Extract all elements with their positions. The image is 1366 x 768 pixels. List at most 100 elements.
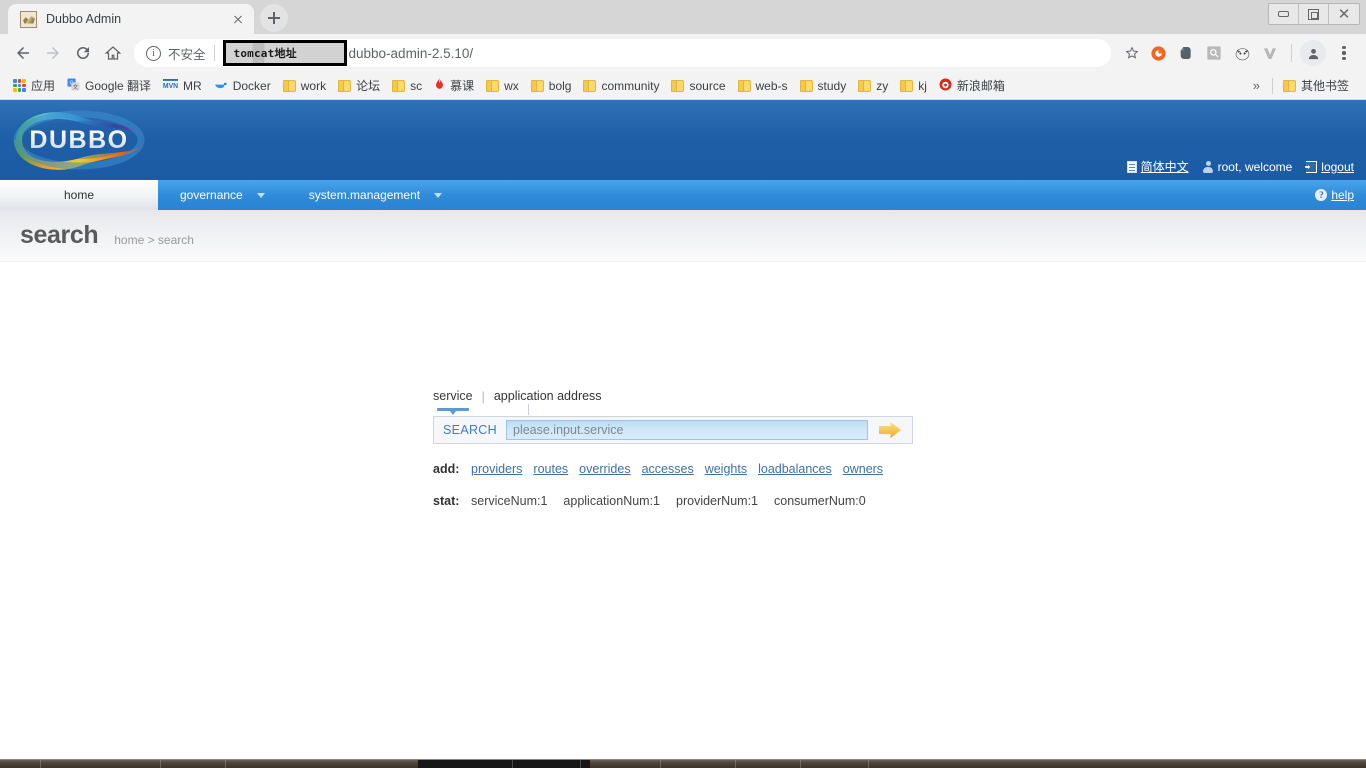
v-extension-icon[interactable] — [1257, 40, 1283, 66]
taskbar-block — [418, 760, 590, 768]
bookmarks-overflow-button[interactable]: » — [1245, 78, 1268, 93]
nav-tab-home[interactable]: home — [0, 180, 158, 210]
bookmark-item[interactable]: study — [794, 76, 853, 96]
help-item[interactable]: ? help — [1315, 180, 1354, 210]
search-type-tabs: service | application address — [433, 382, 913, 415]
bookmark-item[interactable]: G文 Google 翻译 — [61, 74, 157, 97]
home-icon — [104, 46, 122, 60]
browser-chrome: Dubbo Admin ✕ i 不安全 tomcat地址 dubbo-admin… — [0, 0, 1366, 100]
close-icon[interactable] — [230, 11, 246, 27]
browser-tab[interactable]: Dubbo Admin — [8, 4, 254, 34]
help-icon: ? — [1315, 189, 1328, 201]
page-title-band: search home > search — [0, 210, 1366, 262]
reload-button[interactable] — [68, 38, 98, 68]
search-tab-service[interactable]: service — [433, 389, 473, 415]
logout-icon — [1306, 160, 1318, 173]
search-box-extension-icon[interactable] — [1201, 40, 1227, 66]
bookmark-star-icon[interactable] — [1119, 40, 1145, 66]
add-link-weights[interactable]: weights — [705, 462, 747, 476]
window-controls: ✕ — [1268, 3, 1360, 25]
browser-menu-button[interactable] — [1330, 39, 1358, 67]
add-link-accesses[interactable]: accesses — [642, 462, 694, 476]
maximize-button[interactable] — [1299, 4, 1329, 24]
logout-item[interactable]: logout — [1306, 160, 1354, 174]
search-panel: service | application address SEARCH add… — [433, 382, 913, 508]
other-bookmarks-label: 其他书签 — [1300, 79, 1349, 93]
bookmark-item[interactable]: 慕课 — [428, 74, 480, 97]
bookmark-label: 应用 — [31, 79, 56, 93]
taskbar-mark — [512, 760, 513, 768]
language-link[interactable]: 简体中文 — [1141, 158, 1189, 175]
bookmark-item[interactable]: source — [665, 76, 731, 96]
bookmark-item[interactable]: wx — [480, 76, 525, 96]
cat-extension-icon[interactable] — [1229, 40, 1255, 66]
user-icon — [1203, 160, 1214, 173]
stat-row-label: stat: — [433, 494, 460, 508]
bookmark-item[interactable]: Docker — [208, 75, 277, 96]
search-input[interactable] — [506, 420, 868, 440]
search-tab-application-address[interactable]: application address — [494, 389, 602, 404]
search-submit-button[interactable] — [868, 417, 912, 443]
nav-tab-governance[interactable]: governance — [158, 180, 287, 210]
extension-icons — [1145, 39, 1358, 67]
nav-tab-system-management-label: system.management — [308, 188, 421, 202]
stat-row: stat: serviceNum:1 applicationNum:1 provid… — [433, 494, 913, 508]
page-content: service | application address SEARCH add… — [0, 262, 1366, 762]
weibo-icon — [939, 78, 952, 94]
bookmark-item[interactable]: MVN MR — [157, 75, 208, 96]
bookmark-item[interactable]: 新浪邮箱 — [933, 74, 1011, 97]
new-tab-button[interactable] — [260, 4, 288, 32]
logout-link[interactable]: logout — [1321, 160, 1354, 174]
profile-button[interactable] — [1300, 40, 1326, 66]
search-button[interactable]: SEARCH — [434, 423, 506, 437]
back-button[interactable] — [8, 38, 38, 68]
folder-icon — [486, 79, 500, 92]
language-switch[interactable]: 简体中文 — [1126, 158, 1189, 175]
minimize-button[interactable] — [1269, 4, 1299, 24]
browser-tabstrip: Dubbo Admin ✕ — [0, 0, 1366, 34]
window-close-button[interactable]: ✕ — [1329, 4, 1359, 24]
bookmark-label: 论坛 — [356, 79, 381, 93]
taskbar-sliver — [0, 759, 1366, 768]
other-bookmarks-button[interactable]: 其他书签 — [1277, 74, 1355, 97]
nav-tab-system-management[interactable]: system.management — [287, 180, 464, 210]
info-icon[interactable]: i — [146, 45, 161, 61]
svg-text:MVN: MVN — [163, 83, 178, 90]
bookmark-item[interactable]: sc — [386, 76, 428, 96]
add-link-routes[interactable]: routes — [533, 462, 568, 476]
bookmarks-divider — [1271, 77, 1273, 94]
bookmark-item[interactable]: community — [577, 76, 665, 96]
bookmark-item[interactable]: web-s — [732, 76, 794, 96]
welcome-user: root, welcome — [1203, 160, 1292, 174]
bookmark-item[interactable]: zy — [852, 76, 894, 96]
bookmark-item[interactable]: kj — [894, 76, 933, 96]
bookmark-label: MR — [183, 78, 202, 93]
folder-icon — [858, 79, 872, 92]
flame-icon — [434, 77, 445, 94]
add-link-owners[interactable]: owners — [843, 462, 883, 476]
folder-icon — [530, 79, 544, 92]
bookmark-label: wx — [504, 78, 519, 93]
google-translate-icon: G文 — [67, 78, 80, 94]
bookmark-label: web-s — [755, 78, 788, 93]
bookmark-item[interactable]: bolg — [525, 76, 578, 96]
bookmark-item[interactable]: 应用 — [7, 74, 61, 97]
omnibox[interactable]: i 不安全 tomcat地址 dubbo-admin-2.5.10/ — [134, 39, 1111, 67]
browser-tab-title: Dubbo Admin — [46, 12, 122, 26]
folder-icon — [900, 79, 914, 92]
bookmark-item[interactable]: 论坛 — [332, 74, 386, 97]
forward-button[interactable] — [38, 38, 68, 68]
add-link-loadbalances[interactable]: loadbalances — [758, 462, 832, 476]
document-icon — [1126, 160, 1137, 173]
dubbo-logo[interactable]: DUBBO — [0, 100, 155, 180]
evernote-extension-icon[interactable] — [1173, 40, 1199, 66]
add-link-providers[interactable]: providers — [471, 462, 522, 476]
help-link[interactable]: help — [1331, 188, 1354, 202]
home-button[interactable] — [98, 38, 128, 68]
url-text: dubbo-admin-2.5.10/ — [348, 45, 474, 61]
firefox-extension-icon[interactable] — [1145, 40, 1171, 66]
bookmark-item[interactable]: work — [277, 76, 332, 96]
apps-grid-icon — [13, 79, 26, 92]
app-navbar: home governance system.management ? help — [0, 180, 1366, 210]
add-link-overrides[interactable]: overrides — [579, 462, 630, 476]
